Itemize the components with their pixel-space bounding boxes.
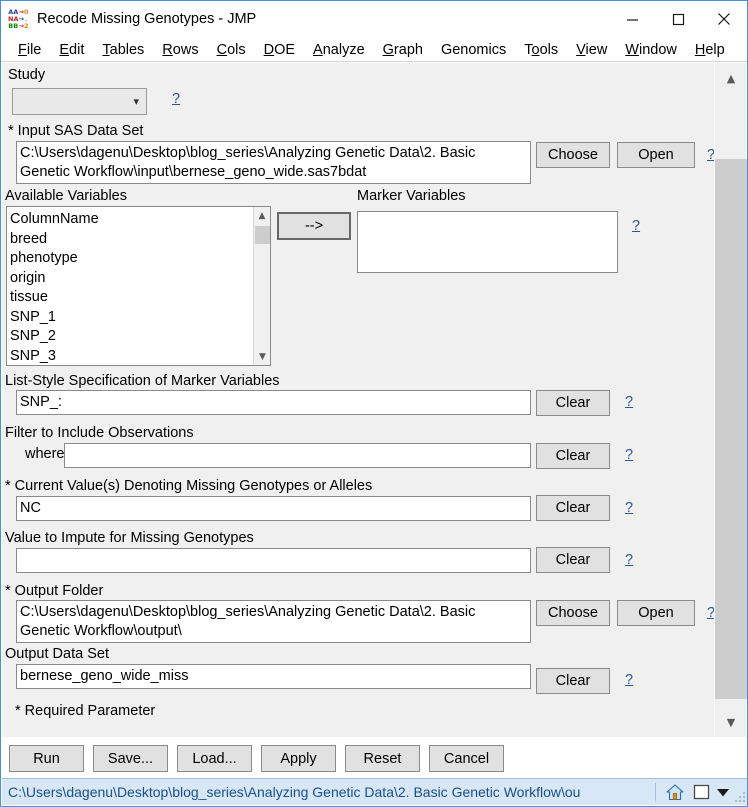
- menu-edit[interactable]: Edit: [50, 42, 93, 58]
- available-variables-scrollbar[interactable]: ▲ ▼: [253, 207, 270, 365]
- list-style-spec-label: List-Style Specification of Marker Varia…: [5, 373, 280, 389]
- list-item[interactable]: SNP_1: [10, 308, 255, 328]
- list-item[interactable]: origin: [10, 269, 255, 289]
- marker-variables-label: Marker Variables: [357, 188, 466, 204]
- output-data-set-help-link[interactable]: ?: [625, 672, 633, 688]
- scroll-up-icon[interactable]: ▲: [254, 207, 270, 224]
- study-help-link[interactable]: ?: [172, 91, 180, 107]
- menu-help[interactable]: Help: [686, 42, 734, 58]
- output-choose-button[interactable]: Choose: [536, 600, 610, 626]
- filter-where-label: where: [25, 446, 65, 462]
- form-scroll-area: Study ▾ ? * Input SAS Data Set C:\Users\…: [2, 63, 716, 737]
- menu-bar: File Edit Tables Rows Cols DOE Analyze G…: [1, 38, 747, 62]
- status-separator: [655, 783, 656, 801]
- dialog-scrollbar[interactable]: ▲ ▼: [714, 63, 747, 737]
- scroll-down-icon[interactable]: ▼: [254, 348, 270, 365]
- filter-clear-button[interactable]: Clear: [536, 443, 610, 469]
- menu-tools[interactable]: Tools: [515, 42, 567, 58]
- menu-graph[interactable]: Graph: [374, 42, 432, 58]
- impute-value-label: Value to Impute for Missing Genotypes: [5, 530, 254, 546]
- missing-values-label: * Current Value(s) Denoting Missing Geno…: [5, 478, 373, 494]
- list-item[interactable]: SNP_3: [10, 347, 255, 366]
- list-item[interactable]: tissue: [10, 288, 255, 308]
- run-button[interactable]: Run: [9, 745, 84, 772]
- jmp-genomics-icon: AA → 0 NA →. BB → 2: [7, 8, 29, 30]
- output-data-set-label: Output Data Set: [5, 646, 109, 662]
- impute-value-clear-button[interactable]: Clear: [536, 547, 610, 573]
- missing-values-help-link[interactable]: ?: [625, 500, 633, 516]
- output-data-set-field[interactable]: bernese_geno_wide_miss: [16, 664, 531, 689]
- scrollbar-thumb[interactable]: [255, 226, 270, 244]
- missing-values-field[interactable]: NC: [16, 496, 531, 521]
- list-item[interactable]: SNP_2: [10, 327, 255, 347]
- action-button-row: Run Save... Load... Apply Reset Cancel: [9, 745, 504, 772]
- chevron-down-icon: ▾: [133, 96, 139, 108]
- menu-tables[interactable]: Tables: [93, 42, 153, 58]
- input-choose-button[interactable]: Choose: [536, 142, 610, 168]
- load-button[interactable]: Load...: [177, 745, 252, 772]
- filter-where-field[interactable]: [64, 443, 531, 468]
- scrollbar-thumb[interactable]: [715, 159, 747, 699]
- list-style-spec-clear-button[interactable]: Clear: [536, 390, 610, 416]
- caret-down-icon[interactable]: [714, 779, 732, 805]
- output-data-set-clear-button[interactable]: Clear: [536, 668, 610, 694]
- impute-value-field[interactable]: [16, 548, 531, 573]
- list-item[interactable]: ColumnName: [10, 210, 255, 230]
- menu-rows[interactable]: Rows: [153, 42, 207, 58]
- output-folder-label: * Output Folder: [5, 583, 104, 599]
- menu-genomics[interactable]: Genomics: [432, 42, 515, 58]
- marker-variables-help-link[interactable]: ?: [632, 218, 640, 234]
- title-bar: AA → 0 NA →. BB → 2 Recode Missing Genotypes …: [1, 1, 747, 38]
- reset-button[interactable]: Reset: [345, 745, 420, 772]
- status-path-text: C:\Users\dagenu\Desktop\blog_series\Anal…: [8, 784, 581, 800]
- list-item[interactable]: phenotype: [10, 249, 255, 269]
- scroll-up-icon[interactable]: ▲: [715, 63, 747, 93]
- window-title: Recode Missing Genotypes - JMP: [37, 11, 257, 27]
- move-to-marker-button[interactable]: -->: [277, 212, 351, 240]
- menu-view[interactable]: View: [567, 42, 616, 58]
- status-bar: C:\Users\dagenu\Desktop\blog_series\Anal…: [2, 778, 747, 805]
- save-button[interactable]: Save...: [93, 745, 168, 772]
- required-parameter-note: * Required Parameter: [15, 703, 156, 719]
- resize-grip[interactable]: [732, 779, 747, 805]
- jmp-dialog-window: AA → 0 NA →. BB → 2 Recode Missing Genotypes …: [0, 0, 748, 807]
- available-variables-label: Available Variables: [5, 188, 127, 204]
- cancel-button[interactable]: Cancel: [429, 745, 504, 772]
- close-icon[interactable]: [701, 1, 747, 37]
- marker-variables-listbox[interactable]: [357, 211, 618, 273]
- output-folder-field[interactable]: C:\Users\dagenu\Desktop\blog_series\Anal…: [16, 600, 531, 643]
- menu-window[interactable]: Window: [616, 42, 686, 58]
- list-item[interactable]: breed: [10, 230, 255, 250]
- input-data-set-label: * Input SAS Data Set: [8, 123, 144, 139]
- list-style-spec-field[interactable]: SNP_:: [16, 390, 531, 415]
- menu-analyze[interactable]: Analyze: [304, 42, 374, 58]
- maximize-icon[interactable]: [655, 1, 701, 37]
- input-data-set-field[interactable]: C:\Users\dagenu\Desktop\blog_series\Anal…: [16, 141, 531, 184]
- menu-cols[interactable]: Cols: [208, 42, 255, 58]
- menu-doe[interactable]: DOE: [255, 42, 304, 58]
- filter-label: Filter to Include Observations: [5, 425, 194, 441]
- apply-button[interactable]: Apply: [261, 745, 336, 772]
- list-style-spec-help-link[interactable]: ?: [625, 394, 633, 410]
- impute-value-help-link[interactable]: ?: [625, 552, 633, 568]
- study-dropdown[interactable]: ▾: [12, 88, 147, 115]
- output-open-button[interactable]: Open: [617, 600, 695, 626]
- scroll-down-icon[interactable]: ▼: [715, 707, 747, 737]
- menu-file[interactable]: File: [9, 42, 50, 58]
- filter-help-link[interactable]: ?: [625, 447, 633, 463]
- available-variables-items: ColumnName breed phenotype origin tissue…: [7, 207, 255, 366]
- available-variables-listbox[interactable]: ColumnName breed phenotype origin tissue…: [6, 206, 271, 366]
- minimize-icon[interactable]: [609, 1, 655, 37]
- missing-values-clear-button[interactable]: Clear: [536, 495, 610, 521]
- window-controls: [609, 1, 747, 37]
- home-icon[interactable]: [662, 779, 688, 805]
- input-open-button[interactable]: Open: [617, 142, 695, 168]
- study-label: Study: [8, 67, 46, 83]
- window-icon[interactable]: [688, 779, 714, 805]
